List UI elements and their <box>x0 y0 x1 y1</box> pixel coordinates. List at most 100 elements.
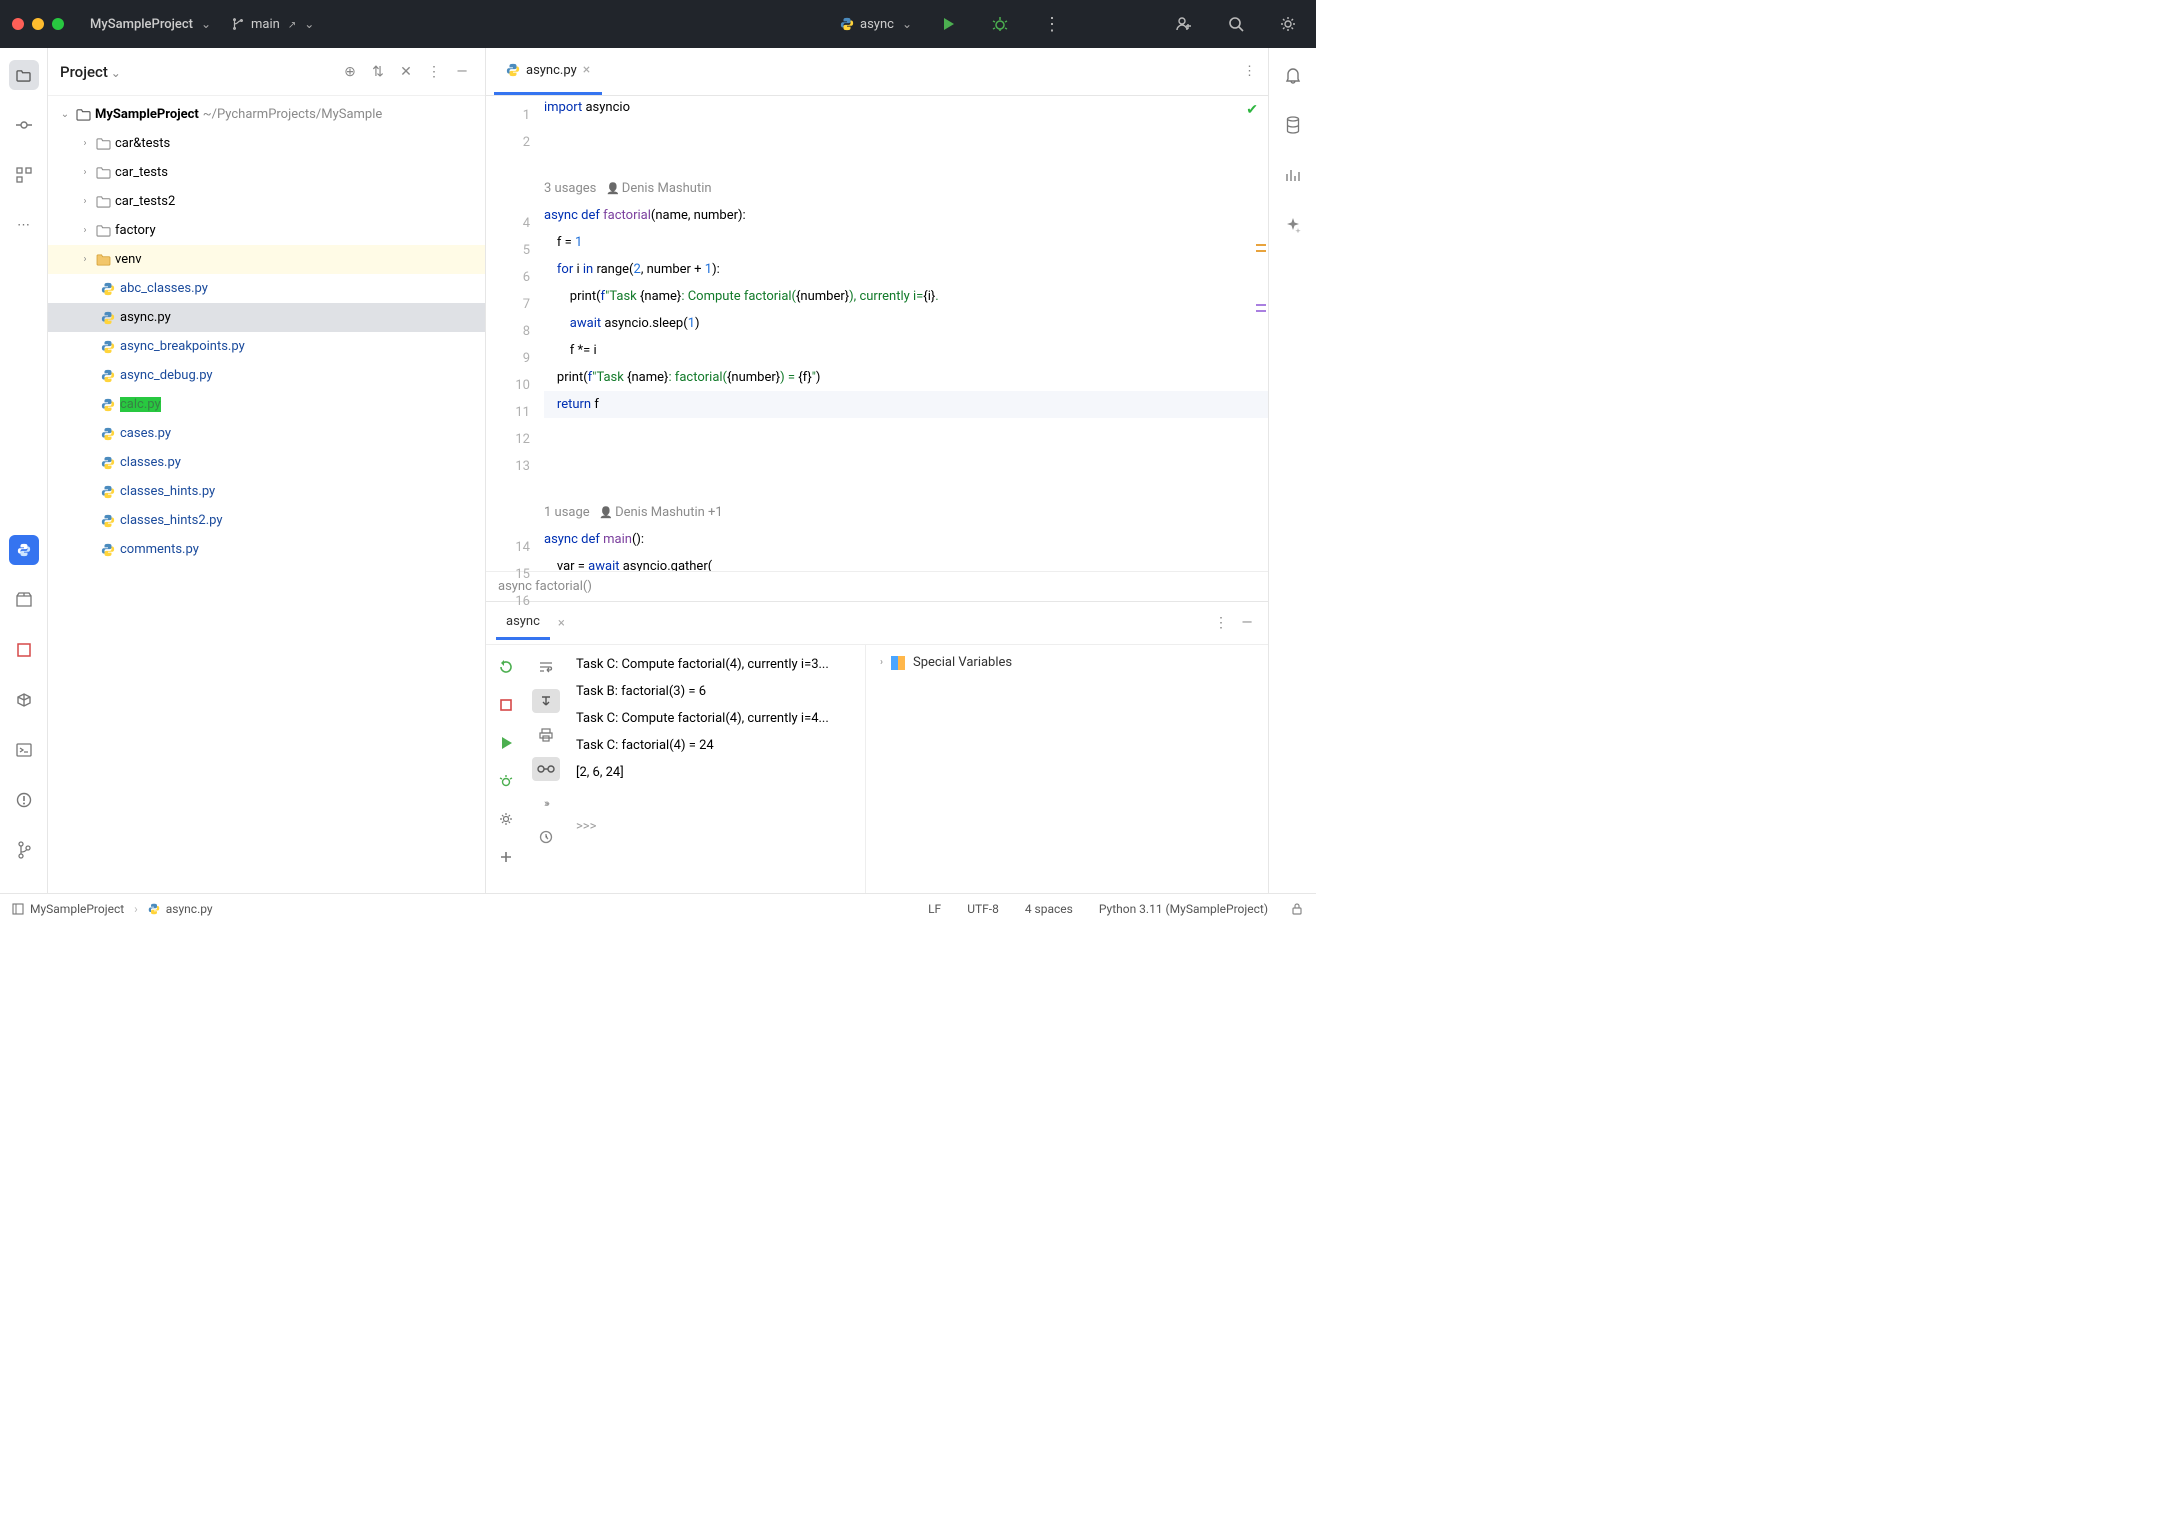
notifications-tool-button[interactable] <box>1278 60 1308 90</box>
problems-tool-button[interactable] <box>9 785 39 815</box>
file-node[interactable]: classes_hints2.py <box>48 506 485 535</box>
python-icon <box>100 513 116 529</box>
indent-widget[interactable]: 4 spaces <box>1025 902 1073 916</box>
terminal-tool-button[interactable] <box>9 735 39 765</box>
error-stripe[interactable] <box>1254 144 1268 571</box>
folder-node[interactable]: ›car&tests <box>48 129 485 158</box>
project-root-node[interactable]: ⌄ MySampleProject ~/PycharmProjects/MySa… <box>48 100 485 129</box>
close-run-tab-button[interactable]: × <box>558 616 565 631</box>
editor-breadcrumb[interactable]: async factorial() <box>486 571 1268 601</box>
tool-options-button[interactable]: ⋮ <box>423 61 445 83</box>
folder-icon <box>96 137 111 150</box>
file-node[interactable]: cases.py <box>48 419 485 448</box>
settings-button[interactable] <box>1272 8 1304 40</box>
file-node[interactable]: async_breakpoints.py <box>48 332 485 361</box>
code-area[interactable]: import asyncio 3 usages Denis Mashutin a… <box>540 96 1268 571</box>
file-node[interactable]: comments.py <box>48 535 485 564</box>
ai-assistant-tool-button[interactable] <box>1278 210 1308 240</box>
run-button[interactable] <box>932 8 964 40</box>
usages-hint[interactable]: 3 usages <box>544 181 596 196</box>
select-opened-file-button[interactable]: ⊕ <box>339 61 361 83</box>
library-root-icon <box>96 253 111 266</box>
console-output[interactable]: Task C: Compute factorial(4), currently … <box>566 645 866 893</box>
interpreter-widget[interactable]: Python 3.11 (MySampleProject) <box>1099 902 1268 916</box>
tab-actions-button[interactable]: ⋮ <box>1231 48 1268 95</box>
python-icon <box>148 903 160 915</box>
database-tool-button[interactable] <box>1278 110 1308 140</box>
file-node[interactable]: classes.py <box>48 448 485 477</box>
folder-node[interactable]: ›car_tests <box>48 158 485 187</box>
coverage-tool-button[interactable] <box>1278 160 1308 190</box>
tool-windows-icon[interactable] <box>12 903 24 915</box>
minimize-run-tool-button[interactable]: — <box>1236 612 1258 634</box>
run-button-small[interactable] <box>494 731 518 755</box>
python-console-tool-button[interactable] <box>9 535 39 565</box>
file-node[interactable]: classes_hints.py <box>48 477 485 506</box>
editor-tab[interactable]: async.py × <box>494 48 602 95</box>
lock-icon[interactable] <box>1290 902 1304 916</box>
author-hint[interactable]: Denis Mashutin <box>622 181 712 196</box>
services-tool-button[interactable] <box>9 685 39 715</box>
search-everywhere-button[interactable] <box>1220 8 1252 40</box>
folder-node[interactable]: ›car_tests2 <box>48 187 485 216</box>
run-actions-secondary: ››› <box>526 645 566 893</box>
debug-button[interactable] <box>984 8 1016 40</box>
project-selector[interactable]: MySampleProject <box>90 17 211 32</box>
more-run-options-button[interactable]: ⋮ <box>1036 8 1068 40</box>
run-config-selector[interactable]: async <box>840 17 912 32</box>
file-node[interactable]: calc.py <box>48 390 485 419</box>
soft-wrap-button[interactable] <box>532 655 560 679</box>
minimize-window-button[interactable] <box>32 18 44 30</box>
file-node[interactable]: abc_classes.py <box>48 274 485 303</box>
close-tab-button[interactable]: × <box>583 62 590 78</box>
folder-node[interactable]: ›factory <box>48 216 485 245</box>
variables-pane[interactable]: › Special Variables <box>866 645 1268 893</box>
code-with-me-button[interactable] <box>1168 8 1200 40</box>
add-console-button[interactable] <box>494 845 518 869</box>
scroll-to-end-button[interactable] <box>532 689 560 713</box>
commit-tool-button[interactable] <box>9 110 39 140</box>
python-packages-tool-button[interactable] <box>9 585 39 615</box>
nav-crumb[interactable]: async.py <box>166 902 213 916</box>
expand-collapse-button[interactable]: ⇅ <box>367 61 389 83</box>
folder-label: car_tests2 <box>115 194 175 209</box>
project-tool-title[interactable]: Project <box>60 63 121 81</box>
more-tools-button[interactable]: ⋯ <box>9 210 39 240</box>
debug-button-small[interactable] <box>494 769 518 793</box>
gutter[interactable]: 12 45678910111213 141516 <box>486 96 540 571</box>
project-tool-button[interactable] <box>9 60 39 90</box>
file-label: async.py <box>120 310 171 325</box>
file-node-selected[interactable]: async.py <box>48 303 485 332</box>
vcs-branch-selector[interactable]: main <box>231 17 314 32</box>
close-window-button[interactable] <box>12 18 24 30</box>
editor[interactable]: ✔ 12 45678910111213 141516 import asynci… <box>486 96 1268 571</box>
execute-selection-button[interactable]: ››› <box>532 791 560 815</box>
special-variables-node[interactable]: › Special Variables <box>880 655 1254 670</box>
structure-tool-button[interactable] <box>9 160 39 190</box>
console-settings-button[interactable] <box>494 807 518 831</box>
module-folder-icon <box>76 108 91 121</box>
zoom-window-button[interactable] <box>52 18 64 30</box>
show-variables-button[interactable] <box>532 757 560 781</box>
minimize-tool-button[interactable]: — <box>451 61 473 83</box>
stop-button[interactable] <box>494 693 518 717</box>
python-icon <box>100 484 116 500</box>
encoding-widget[interactable]: UTF-8 <box>967 902 999 916</box>
usages-hint[interactable]: 1 usage <box>544 505 590 520</box>
history-button[interactable] <box>532 825 560 849</box>
rerun-button[interactable] <box>494 655 518 679</box>
folder-label: venv <box>115 252 142 267</box>
hide-button[interactable]: ✕ <box>395 61 417 83</box>
python-icon <box>100 368 116 384</box>
project-tree[interactable]: ⌄ MySampleProject ~/PycharmProjects/MySa… <box>48 96 485 893</box>
author-hint[interactable]: Denis Mashutin +1 <box>615 505 723 520</box>
stop-button-rail[interactable] <box>9 635 39 665</box>
venv-folder-node[interactable]: ›venv <box>48 245 485 274</box>
line-separator-widget[interactable]: LF <box>928 902 941 916</box>
vcs-tool-button[interactable] <box>9 835 39 865</box>
nav-crumb[interactable]: MySampleProject <box>30 902 124 916</box>
console-prompt[interactable]: >>> <box>576 813 855 840</box>
run-tool-options-button[interactable]: ⋮ <box>1210 612 1232 634</box>
print-button[interactable] <box>532 723 560 747</box>
file-node[interactable]: async_debug.py <box>48 361 485 390</box>
